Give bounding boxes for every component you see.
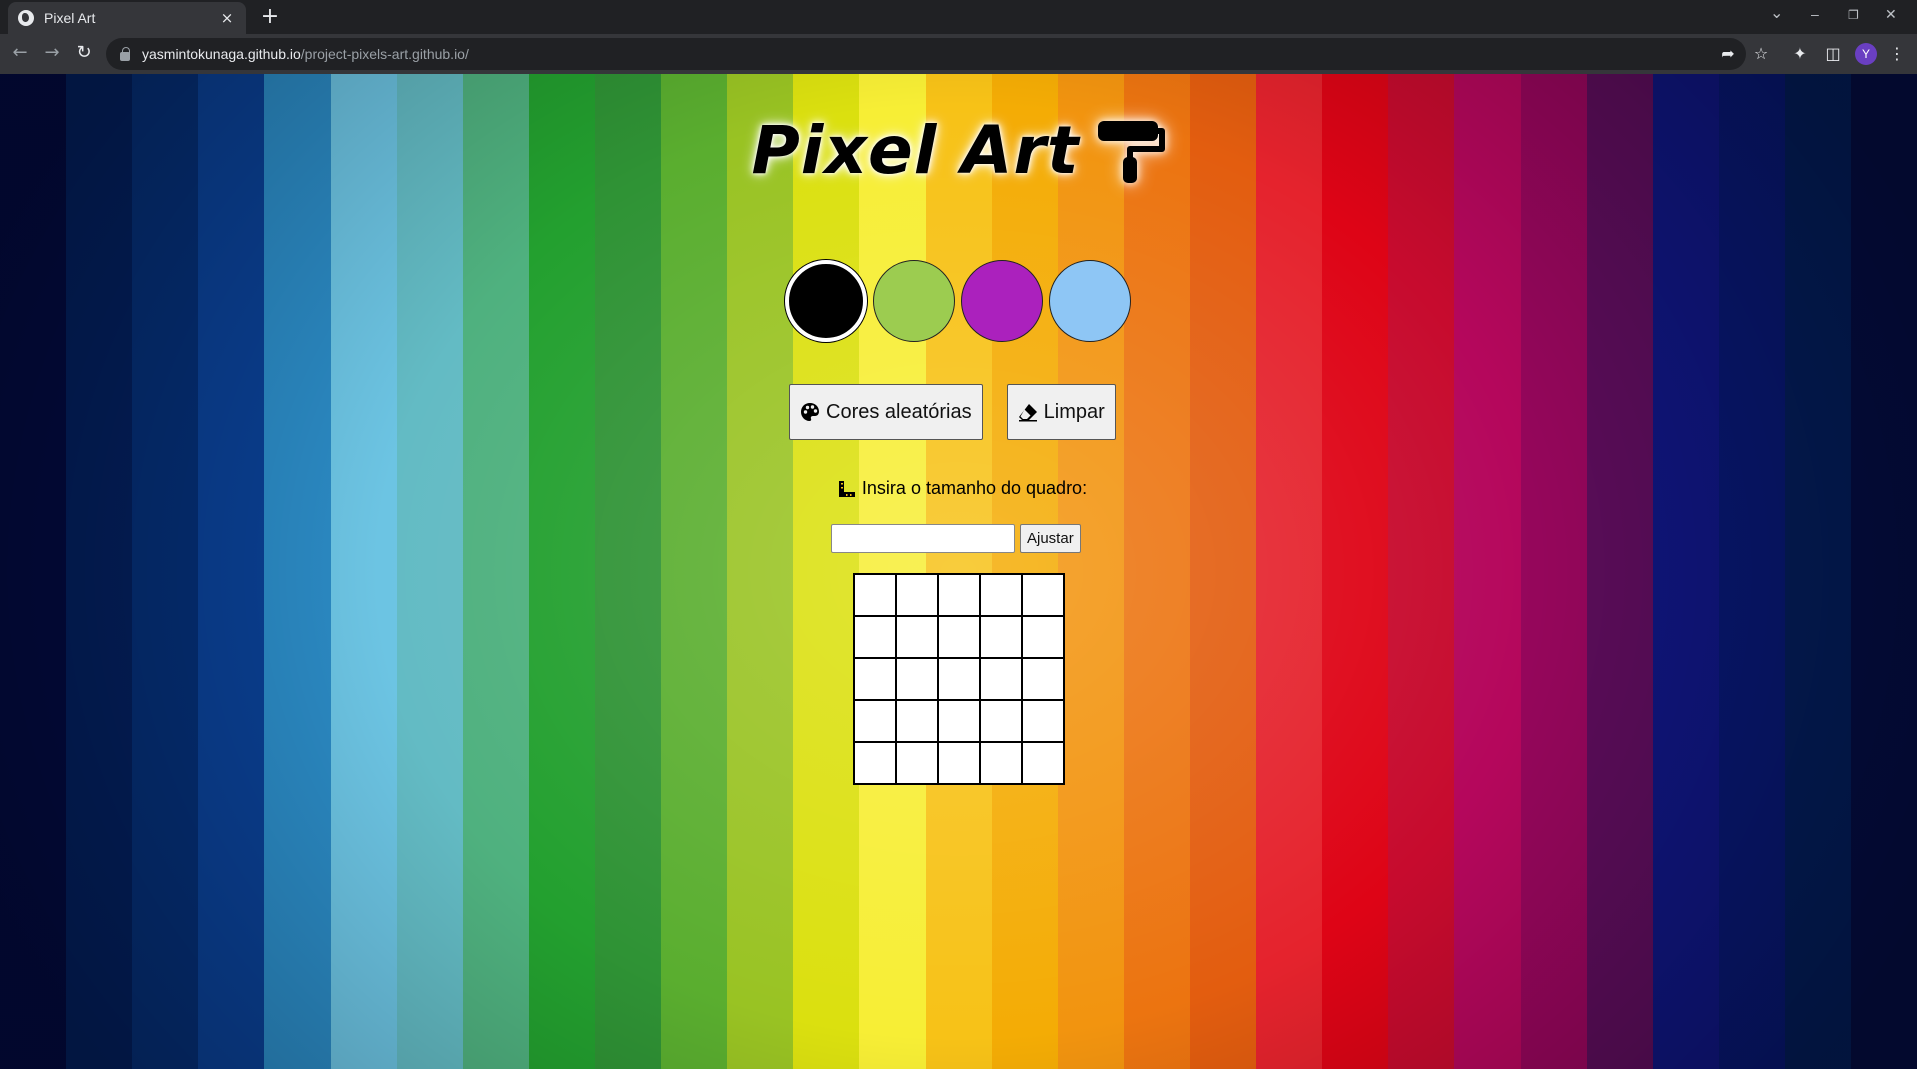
close-tab-icon[interactable]: ×	[218, 9, 236, 27]
page-title: Pixel Art	[751, 112, 1080, 189]
pixel-cell[interactable]	[980, 574, 1022, 616]
color-swatch-light-blue[interactable]	[1049, 260, 1131, 342]
minimize-icon[interactable]: –	[1811, 6, 1819, 22]
menu-icon[interactable]: ⋮	[1885, 42, 1909, 66]
pixel-cell[interactable]	[854, 700, 896, 742]
color-swatch-purple[interactable]	[961, 260, 1043, 342]
board-size-label: Insira o tamanho do quadro:	[861, 478, 1088, 498]
color-palette	[785, 260, 1131, 342]
palette-icon	[801, 403, 819, 421]
board-size-controls: Ajustar	[831, 524, 1081, 553]
page-viewport: Pixel Art Cores aleatórias Limpar Insira…	[0, 74, 1917, 1069]
board-size-label-row: Insira o tamanho do quadro:	[0, 478, 1917, 499]
browser-tab-bar: Pixel Art × + ⌄ – ❐ ✕	[0, 0, 1917, 34]
star-icon[interactable]: ☆	[1749, 42, 1773, 66]
pixel-cell[interactable]	[854, 658, 896, 700]
pixel-cell[interactable]	[938, 658, 980, 700]
close-window-icon[interactable]: ✕	[1885, 6, 1897, 23]
lock-icon	[120, 46, 130, 61]
pixel-cell[interactable]	[854, 574, 896, 616]
profile-avatar[interactable]: Y	[1855, 43, 1877, 65]
paint-roller-icon	[1097, 120, 1165, 183]
pixel-cell[interactable]	[1022, 742, 1064, 784]
pixel-board	[853, 573, 1065, 785]
eraser-icon	[1018, 404, 1037, 422]
pixel-cell[interactable]	[938, 700, 980, 742]
pixel-cell[interactable]	[854, 742, 896, 784]
extensions-icon[interactable]: ✦	[1788, 42, 1812, 66]
pixel-cell[interactable]	[980, 700, 1022, 742]
ruler-icon	[838, 480, 855, 497]
title-area: Pixel Art	[0, 112, 1917, 189]
pixel-cell[interactable]	[854, 616, 896, 658]
adjust-button[interactable]: Ajustar	[1020, 524, 1081, 553]
url-path: /project-pixels-art.github.io/	[300, 46, 469, 62]
pixel-cell[interactable]	[980, 616, 1022, 658]
tab-search-icon[interactable]: ⌄	[1770, 3, 1783, 23]
pixel-art-app: Pixel Art Cores aleatórias Limpar Insira…	[0, 74, 1917, 1069]
pixel-cell[interactable]	[896, 742, 938, 784]
forward-icon[interactable]: →	[40, 42, 64, 66]
pixel-cell[interactable]	[938, 616, 980, 658]
color-swatch-black[interactable]	[785, 260, 867, 342]
color-swatch-green[interactable]	[873, 260, 955, 342]
globe-icon	[18, 10, 34, 26]
random-colors-button[interactable]: Cores aleatórias	[789, 384, 983, 440]
pixel-cell[interactable]	[1022, 616, 1064, 658]
side-panel-icon[interactable]: ◫	[1821, 42, 1845, 66]
url-host: yasmintokunaga.github.io	[142, 46, 301, 62]
browser-tab[interactable]: Pixel Art ×	[8, 2, 246, 34]
pixel-cell[interactable]	[896, 616, 938, 658]
pixel-cell[interactable]	[1022, 658, 1064, 700]
action-buttons: Cores aleatórias Limpar	[789, 384, 1116, 440]
board-size-input[interactable]	[831, 524, 1015, 553]
clear-label: Limpar	[1043, 400, 1105, 423]
restore-icon[interactable]: ❐	[1848, 8, 1859, 22]
pixel-cell[interactable]	[980, 658, 1022, 700]
pixel-cell[interactable]	[1022, 700, 1064, 742]
pixel-cell[interactable]	[980, 742, 1022, 784]
new-tab-button[interactable]: +	[258, 4, 282, 30]
random-colors-label: Cores aleatórias	[826, 400, 972, 423]
browser-toolbar: ← → ↻ yasmintokunaga.github.io/project-p…	[0, 34, 1917, 74]
pixel-cell[interactable]	[896, 658, 938, 700]
pixel-cell[interactable]	[938, 742, 980, 784]
reload-icon[interactable]: ↻	[72, 42, 96, 66]
pixel-cell[interactable]	[896, 574, 938, 616]
pixel-cell[interactable]	[1022, 574, 1064, 616]
clear-button[interactable]: Limpar	[1006, 384, 1116, 440]
share-icon[interactable]: ➦	[1716, 42, 1740, 66]
pixel-cell[interactable]	[896, 700, 938, 742]
pixel-cell[interactable]	[938, 574, 980, 616]
tab-title: Pixel Art	[44, 10, 96, 26]
address-bar[interactable]: yasmintokunaga.github.io/project-pixels-…	[106, 38, 1746, 70]
back-icon[interactable]: ←	[8, 42, 32, 66]
